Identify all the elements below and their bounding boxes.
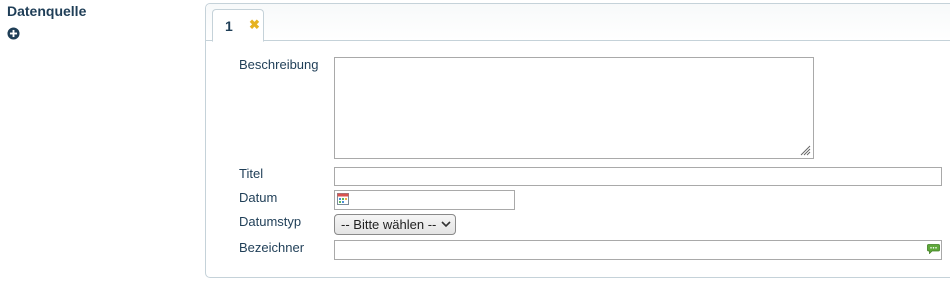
tab-label: 1 — [225, 18, 233, 34]
tab-1[interactable]: 1 ✖ — [212, 9, 264, 42]
titel-label: Titel — [239, 166, 264, 181]
titel-input[interactable] — [334, 167, 942, 186]
datum-input[interactable] — [334, 190, 515, 210]
chevron-down-icon — [441, 221, 451, 228]
datumstyp-label: Datumstyp — [239, 214, 302, 229]
comment-icon[interactable] — [927, 244, 940, 254]
tab-bar: 1 ✖ — [206, 4, 950, 42]
datumstyp-selected-value: -- Bitte wählen -- — [341, 217, 437, 232]
section-title: Datenquelle — [7, 3, 87, 19]
datum-label: Datum — [239, 190, 278, 205]
beschreibung-textarea[interactable] — [334, 57, 814, 159]
close-icon[interactable]: ✖ — [249, 17, 260, 33]
bezeichner-label: Bezeichner — [239, 240, 305, 255]
beschreibung-label: Beschreibung — [239, 57, 319, 72]
bezeichner-input[interactable] — [334, 240, 942, 260]
resize-grip-icon[interactable] — [799, 144, 811, 156]
add-datasource-icon[interactable] — [7, 27, 20, 40]
calendar-icon[interactable] — [337, 193, 349, 205]
datumstyp-select[interactable]: -- Bitte wählen -- — [334, 214, 456, 235]
